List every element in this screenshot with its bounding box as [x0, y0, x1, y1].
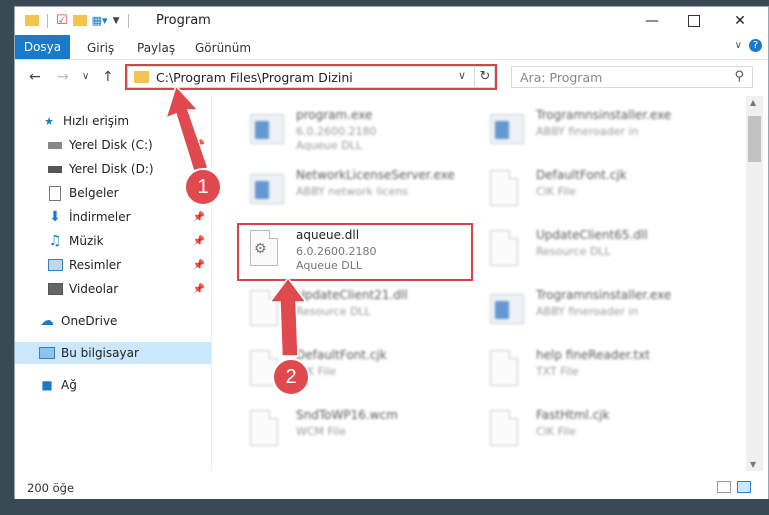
step-badge-1: 1	[184, 168, 222, 206]
annotation-arrows	[164, 84, 308, 357]
step-badge-2: 2	[272, 358, 310, 396]
arrow-up-to-file	[268, 276, 308, 357]
arrow-up-to-address-bar	[164, 84, 209, 173]
